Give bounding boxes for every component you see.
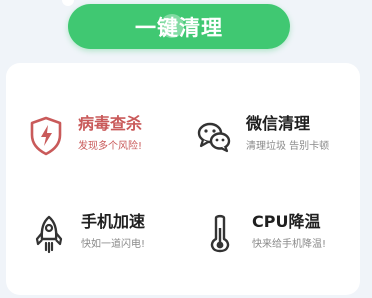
cpu-cooling-tile[interactable]: CPU降温 快来给手机降温! — [203, 208, 372, 268]
cpu-cooling-title: CPU降温 — [252, 212, 321, 231]
wechat-clean-tile[interactable]: 微信清理 清理垃圾 告别卡顿 — [197, 110, 367, 170]
one-click-clean-label: 一键清理 — [135, 15, 223, 40]
top-decoration — [62, 0, 74, 6]
virus-scan-title: 病毒查杀 — [78, 114, 143, 133]
feature-card: 病毒查杀 发现多个风险! 微信清理 清理垃圾 告别卡顿 手机加速 快如一道闪电!… — [6, 63, 360, 295]
shield-lightning-icon — [30, 116, 62, 156]
virus-scan-tile[interactable]: 病毒查杀 发现多个风险! — [29, 110, 199, 170]
rocket-icon — [35, 215, 63, 254]
app-screen: 一键清理 病毒查杀 发现多个风险! 微信清理 清理垃圾 告别卡顿 手机加速 快如… — [0, 0, 372, 298]
phone-boost-subtitle: 快如一道闪电! — [81, 239, 146, 250]
one-click-clean-button[interactable]: 一键清理 — [68, 4, 290, 49]
wechat-clean-title: 微信清理 — [246, 114, 311, 133]
virus-scan-subtitle: 发现多个风险! — [78, 141, 143, 152]
wechat-icon — [197, 122, 231, 153]
thermometer-icon — [210, 214, 230, 253]
phone-boost-title: 手机加速 — [81, 212, 146, 231]
phone-boost-tile[interactable]: 手机加速 快如一道闪电! — [32, 208, 202, 268]
wechat-clean-subtitle: 清理垃圾 告别卡顿 — [246, 141, 330, 152]
cpu-cooling-subtitle: 快来给手机降温! — [252, 239, 327, 250]
